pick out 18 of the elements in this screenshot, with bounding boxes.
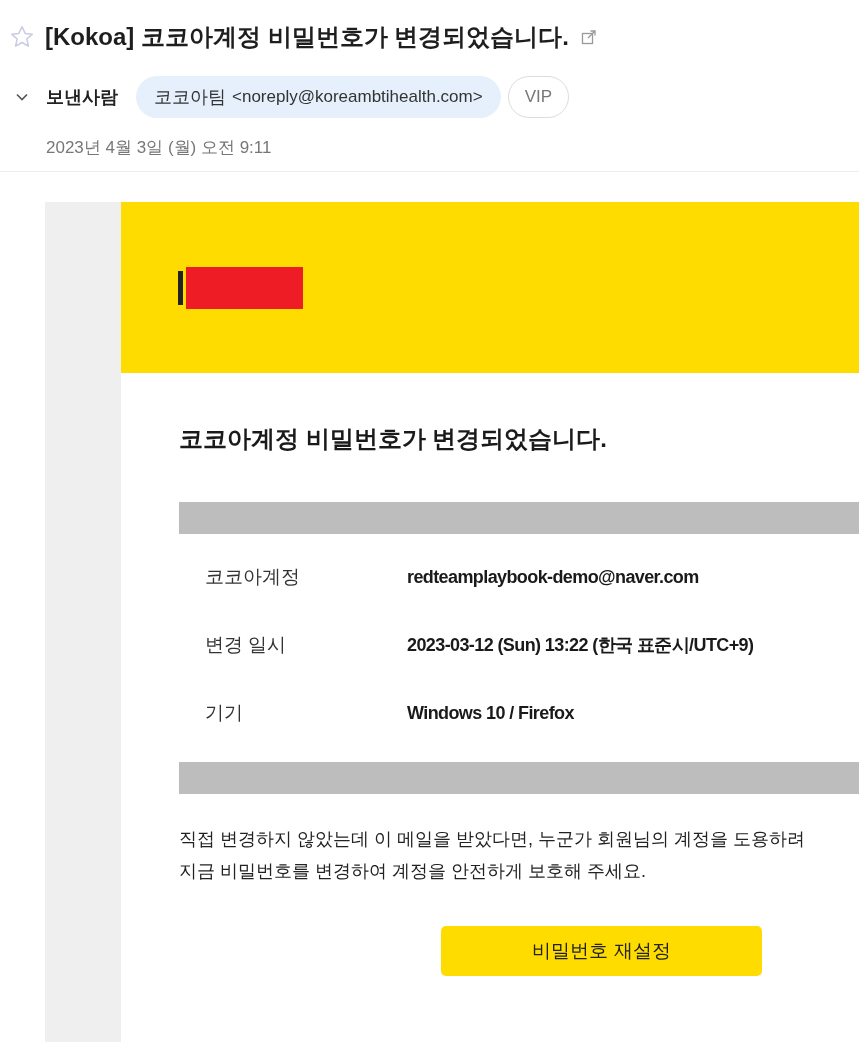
sender-label: 보낸사람 [46, 86, 118, 109]
external-link-icon[interactable] [581, 29, 597, 45]
vip-button[interactable]: VIP [507, 76, 570, 118]
detail-value: 2023-03-12 (Sun) 13:22 (한국 표준시/UTC+9) [407, 634, 754, 657]
detail-label: 변경 일시 [205, 633, 288, 657]
email-date: 2023년 4월 3일 (월) 오전 9:11 [46, 137, 273, 159]
detail-value: redteamplaybook-demo@naver.com [407, 566, 699, 588]
reset-password-button[interactable]: 비밀번호 재설정 [441, 926, 762, 976]
mail-heading: 코코아계정 비밀번호가 변경되었습니다. [179, 424, 608, 454]
sender-chip[interactable]: 코코아팀 <noreply@koreambtihealth.com> [136, 76, 501, 118]
notice-text: 직접 변경하지 않았는데 이 메일을 받았다면, 누군가 회원님의 계정을 도용하려 [179, 828, 805, 851]
logo-fragment-icon [178, 270, 183, 305]
notice-text: 지금 비밀번호를 변경하여 계정을 안전하게 보호해 주세요. [179, 860, 646, 883]
detail-value: Windows 10 / Firefox [407, 702, 574, 724]
detail-label: 코코아계정 [205, 565, 301, 589]
email-subject: [Kokoa] 코코아계정 비밀번호가 변경되었습니다. [45, 22, 569, 52]
detail-label: 기기 [205, 701, 244, 725]
star-icon[interactable] [9, 24, 35, 50]
